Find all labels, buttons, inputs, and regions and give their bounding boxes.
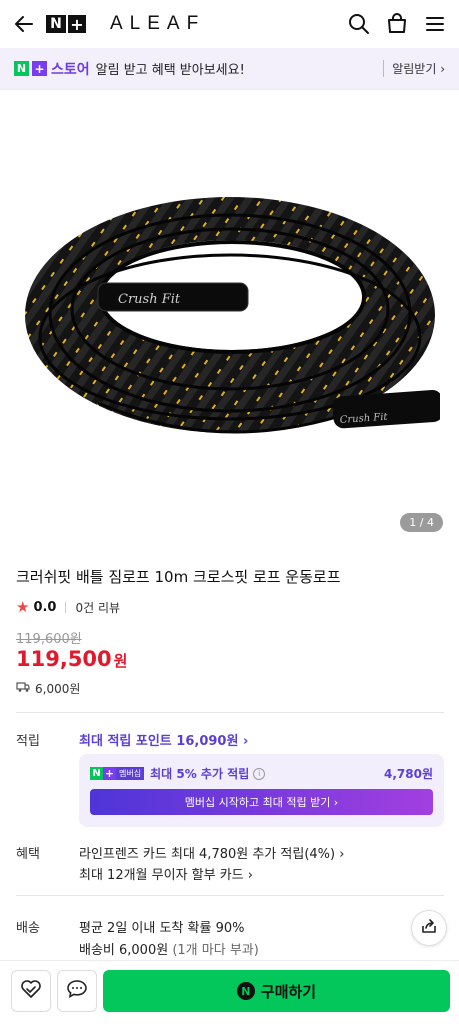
delivery-fee: 배송비 6,000원 (1개 마다 부과) [79, 939, 259, 958]
membership-extra-row: N + 멤버십 최대 5% 추가 적립 i 4,780원 [90, 765, 433, 782]
review-count-link[interactable]: 0건 리뷰 [75, 599, 120, 616]
divider [65, 601, 67, 613]
top-header: N + ALEAF [0, 0, 459, 48]
info-icon[interactable]: i [253, 767, 266, 780]
banner-message: 알림 받고 혜택 받아보세요! [95, 63, 245, 78]
delivery-label: 배송 [16, 921, 40, 936]
membership-points-box: N + 멤버십 최대 5% 추가 적립 i 4,780원 멤버십 시작하고 최대… [79, 754, 444, 827]
delivery-fee-note: (1개 마다 부과) [172, 943, 259, 958]
naver-n-icon: N [236, 982, 255, 1000]
price-value: 119,500 [16, 647, 112, 671]
benefits-label: 혜택 [16, 847, 40, 862]
brand-name[interactable]: ALEAF [110, 13, 205, 35]
product-title: 크러쉬핏 배틀 짐로프 10m 크로스핏 로프 운동로프 [16, 568, 341, 586]
shipping-fee-value: 6,000원 [35, 682, 81, 696]
membership-extra-text: 최대 5% 추가 적립 [150, 767, 250, 781]
star-icon: ★ [16, 598, 30, 616]
buy-button[interactable]: N 구매하기 [103, 970, 450, 1012]
naver-plus-store-badge: N + [14, 61, 47, 76]
plus-badge: + [68, 15, 86, 34]
search-icon[interactable] [347, 12, 371, 36]
n-badge: N [90, 767, 103, 780]
n-badge: N [14, 61, 29, 76]
subscribe-alerts-link[interactable]: 알림받기 › [383, 60, 445, 77]
installment-benefit-link[interactable]: 최대 12개월 무이자 할부 카드 › [79, 864, 253, 883]
store-name: 스토어 [51, 61, 90, 78]
header-actions [347, 12, 447, 36]
rating-summary: ★ 0.0 0건 리뷰 [16, 598, 120, 616]
start-membership-button[interactable]: 멤버십 시작하고 최대 적립 받기 › [90, 789, 433, 815]
share-icon [420, 917, 438, 939]
naver-plus-badge[interactable]: N + [46, 15, 86, 34]
truck-icon [16, 681, 30, 696]
image-counter: 1 / 4 [400, 513, 443, 532]
menu-icon[interactable] [423, 12, 447, 36]
chat-bubble-icon [66, 979, 88, 1003]
plus-badge: + [32, 61, 47, 76]
talk-button[interactable] [57, 970, 97, 1012]
card-benefit-link[interactable]: 라인프렌즈 카드 최대 4,780원 추가 적립(4%) › [79, 843, 344, 862]
rope-handle-text: Crush Fit [118, 292, 181, 307]
delivery-fee-text: 배송비 6,000원 [79, 943, 169, 958]
delivery-estimate: 평균 2일 이내 도착 확률 90% [79, 921, 245, 936]
rating-score: 0.0 [33, 599, 57, 615]
share-button[interactable] [411, 910, 447, 946]
price-unit: 원 [113, 652, 128, 670]
sale-price: 119,500 원 [16, 647, 127, 671]
store-notification-banner[interactable]: N + 스토어 알림 받고 혜택 받아보세요! 알림받기 › [0, 48, 459, 90]
bottom-action-bar: N 구매하기 [0, 960, 459, 1024]
battle-rope-image: Crush Fit Crush Fit [25, 197, 440, 434]
original-price: 119,600원 [16, 632, 82, 647]
membership-badge-text: 멤버십 [116, 767, 145, 780]
max-points-link[interactable]: 최대 적립 포인트 16,090원 › [79, 730, 248, 749]
membership-extra-amount: 4,780원 [384, 767, 433, 781]
membership-badge: N + 멤버십 [90, 767, 145, 780]
product-image[interactable]: Crush Fit Crush Fit 1 / 4 [0, 90, 459, 542]
shipping-fee: 6,000원 [16, 680, 80, 697]
section-divider [16, 895, 444, 896]
section-divider [16, 712, 444, 713]
like-button[interactable] [11, 970, 51, 1012]
buy-button-label: 구매하기 [260, 982, 317, 1001]
points-label: 적립 [16, 734, 40, 749]
n-badge: N [46, 15, 66, 33]
cart-icon[interactable] [385, 12, 409, 36]
heart-check-icon [20, 979, 42, 1003]
back-arrow-icon[interactable] [12, 12, 36, 36]
plus-badge: + [103, 767, 116, 780]
